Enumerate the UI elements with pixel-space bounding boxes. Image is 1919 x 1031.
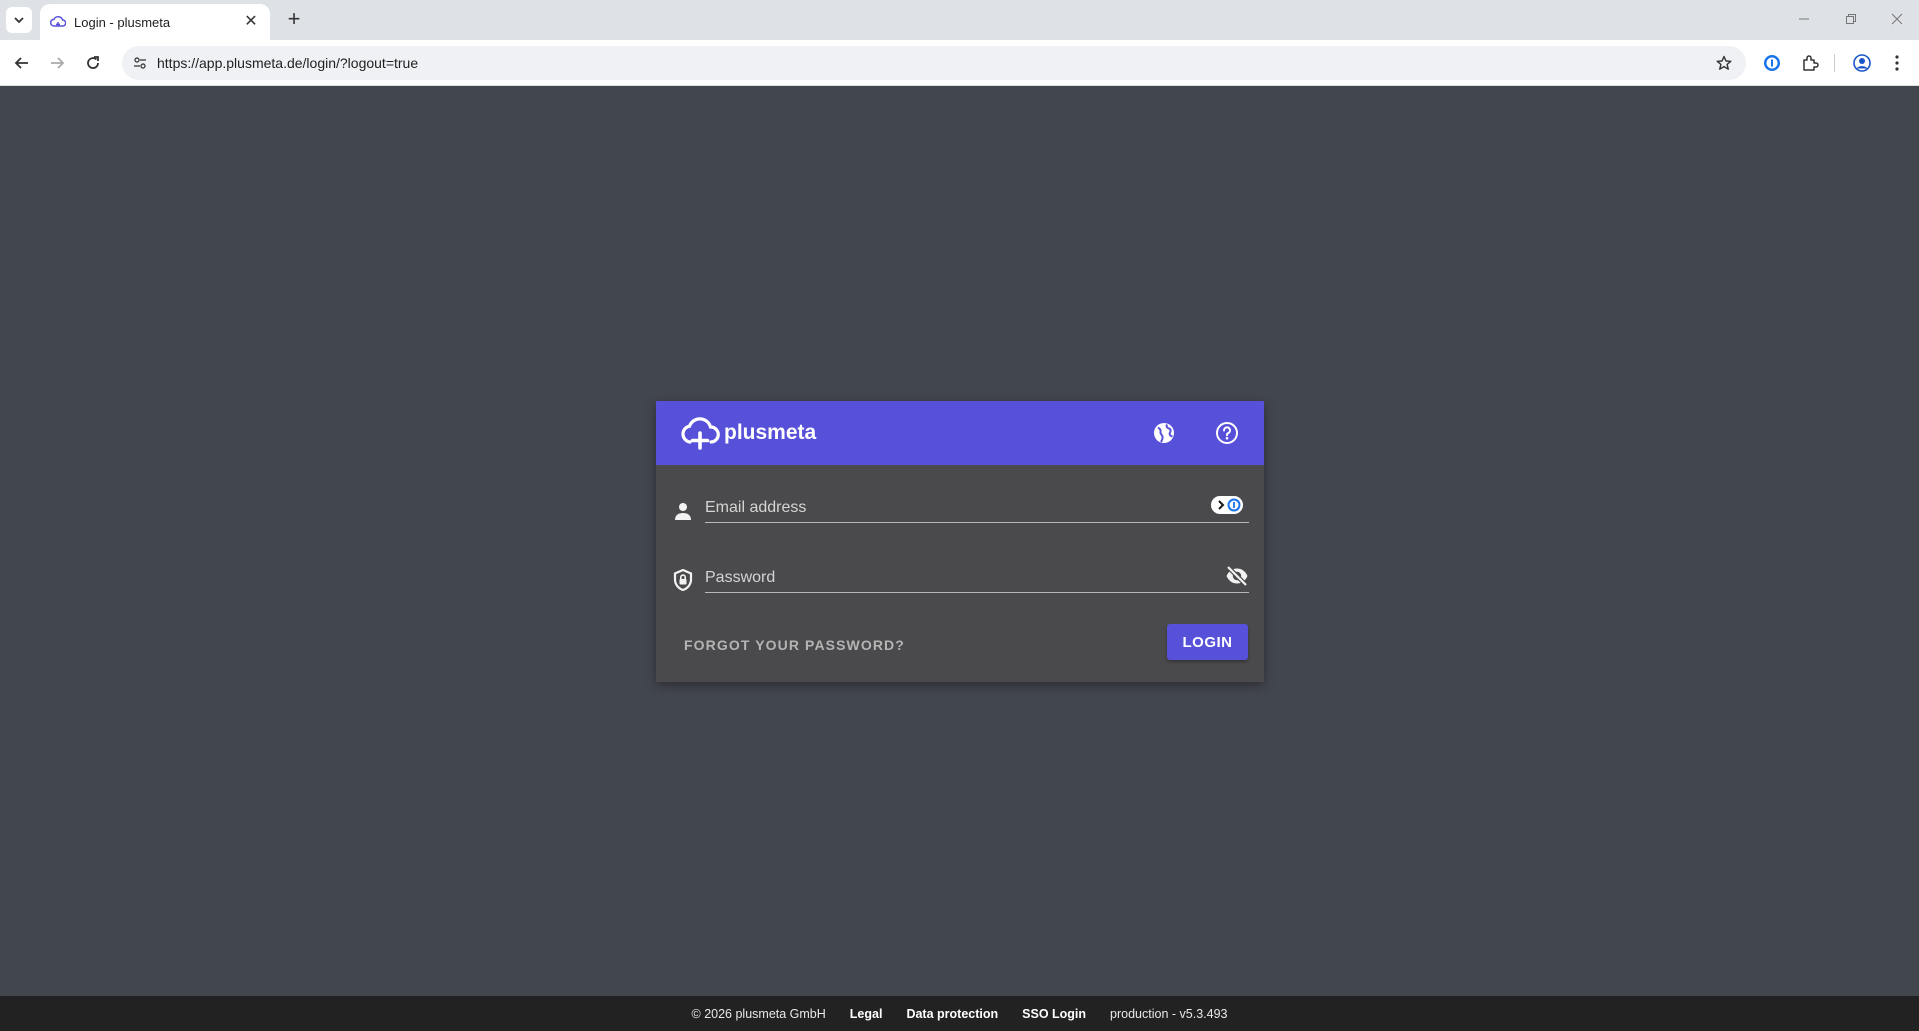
password-manager-extension-icon[interactable] (1761, 52, 1783, 74)
browser-toolbar: https://app.plusmeta.de/login/?logout=tr… (0, 40, 1919, 86)
close-window-icon[interactable] (1882, 8, 1912, 32)
forgot-password-link[interactable]: FORGOT YOUR PASSWORD? (684, 637, 905, 653)
email-field[interactable] (705, 491, 1249, 523)
page-footer: © 2026 plusmeta GmbH Legal Data protecti… (0, 996, 1919, 1031)
tab-search-button[interactable] (6, 7, 32, 33)
browser-menu-icon[interactable] (1886, 52, 1908, 74)
forward-button[interactable] (43, 49, 71, 77)
toolbar-divider (1834, 54, 1835, 72)
login-card: plusmeta Email address FORGOT YOUR PASSW… (656, 401, 1264, 682)
globe-icon[interactable] (1152, 421, 1176, 445)
address-bar[interactable]: https://app.plusmeta.de/login/?logout=tr… (122, 46, 1746, 80)
password-manager-autofill-icon[interactable] (1211, 496, 1243, 514)
password-field[interactable] (705, 561, 1249, 593)
profile-avatar-icon[interactable] (1851, 52, 1873, 74)
footer-data-protection-link[interactable]: Data protection (906, 1007, 998, 1021)
minimize-icon[interactable] (1789, 8, 1819, 32)
arrow-right-icon (51, 57, 65, 69)
cloud-favicon-icon (50, 15, 66, 27)
footer-copyright: © 2026 plusmeta GmbH (691, 1006, 826, 1021)
browser-tabstrip: Login - plusmeta ✕ + (0, 0, 1919, 40)
bookmark-star-icon[interactable] (1714, 53, 1734, 73)
footer-sso-login-link[interactable]: SSO Login (1022, 1007, 1086, 1021)
footer-legal-link[interactable]: Legal (850, 1007, 883, 1021)
visibility-off-icon[interactable] (1225, 564, 1249, 588)
browser-tab-active[interactable]: Login - plusmeta ✕ (40, 4, 270, 40)
url-text[interactable]: https://app.plusmeta.de/login/?logout=tr… (157, 55, 418, 71)
restore-icon[interactable] (1836, 8, 1866, 32)
chevron-down-icon (14, 17, 24, 24)
password-input[interactable] (705, 565, 1185, 591)
help-question-icon[interactable] (1215, 421, 1239, 445)
email-input[interactable] (705, 495, 1185, 521)
login-button[interactable]: LOGIN (1167, 624, 1248, 660)
site-info-icon[interactable] (130, 53, 150, 73)
page-background: plusmeta Email address FORGOT YOUR PASSW… (0, 86, 1919, 996)
reload-button[interactable] (79, 49, 107, 77)
reload-icon (87, 56, 99, 69)
tab-close-icon[interactable]: ✕ (242, 14, 260, 30)
shield-lock-icon (672, 569, 694, 591)
tab-title: Login - plusmeta (74, 14, 171, 30)
brand-name: plusmeta (724, 421, 817, 444)
cloud-plus-logo-icon (681, 417, 720, 450)
back-button[interactable] (8, 49, 36, 77)
arrow-left-icon (14, 57, 28, 69)
new-tab-button[interactable]: + (282, 8, 306, 32)
login-card-header: plusmeta (656, 401, 1264, 465)
footer-version: production - v5.3.493 (1110, 1006, 1228, 1021)
person-icon (672, 500, 694, 522)
extensions-puzzle-icon[interactable] (1799, 52, 1821, 74)
